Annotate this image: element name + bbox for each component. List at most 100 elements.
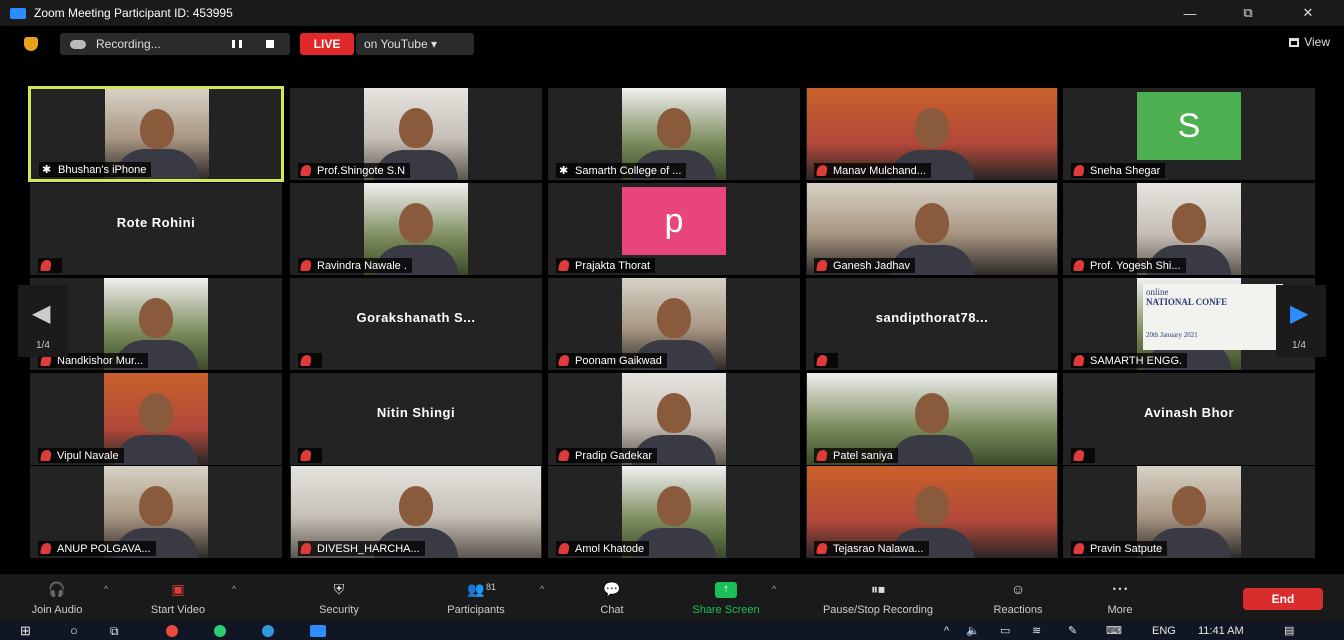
participants-button[interactable]: 👥 81 Participants (428, 574, 524, 622)
participant-tile[interactable]: Patel saniya (806, 373, 1058, 465)
chrome-icon[interactable] (166, 625, 178, 637)
participant-tile[interactable]: Tejasrao Nalawa... (806, 466, 1058, 558)
participant-name: SAMARTH ENGG. (1090, 354, 1183, 367)
participant-name-tag: Ganesh Jadhav (814, 258, 916, 273)
participant-name-tag: DIVESH_HARCHA... (298, 541, 425, 556)
participant-tile[interactable]: Avinash Bhor (1063, 373, 1315, 465)
participant-name-tag: Prof.Shingote S.N (298, 163, 411, 178)
more-button[interactable]: • • • More (1092, 574, 1148, 622)
participant-name-tag (298, 448, 322, 463)
microphone-muted-icon (40, 260, 52, 271)
headphones-icon: 🎧 (48, 581, 66, 597)
recording-label: Recording... (96, 37, 161, 51)
meeting-toolbar: 🎧 Join Audio ^ ▣ Start Video ^ ⛨ Securit… (0, 574, 1344, 622)
system-tray-caret-icon[interactable]: ^ (944, 625, 949, 637)
participant-tile[interactable]: ✱ Bhushan's iPhone (28, 86, 284, 182)
participant-tile[interactable]: S Sneha Shegar (1063, 88, 1315, 180)
participant-name: Sneha Shegar (1090, 164, 1161, 177)
share-screen-button[interactable]: ↑ Share Screen (674, 574, 778, 622)
participant-display-name: Rote Rohini (116, 215, 196, 230)
participant-head (140, 108, 174, 149)
participant-name-tag (1071, 448, 1095, 463)
video-options-caret[interactable]: ^ (232, 584, 236, 594)
join-audio-button[interactable]: 🎧 Join Audio (22, 574, 92, 622)
live-destination-dropdown[interactable]: on YouTube ▾ (356, 33, 474, 55)
participant-avatar: p (622, 187, 726, 255)
participant-tile[interactable]: Gorakshanath S... (290, 278, 542, 370)
volume-icon[interactable]: 🔈 (966, 625, 980, 637)
participant-tile[interactable]: Prof. Yogesh Shi... (1063, 183, 1315, 275)
participant-tile[interactable]: Poonam Gaikwad (548, 278, 800, 370)
share-options-caret[interactable]: ^ (772, 584, 776, 594)
security-shield-icon[interactable] (24, 37, 38, 51)
search-icon[interactable]: ○ (70, 624, 78, 637)
participant-head (915, 108, 949, 149)
participant-tile[interactable]: ANUP POLGAVA... (30, 466, 282, 558)
participant-tile[interactable]: DIVESH_HARCHA... (290, 466, 542, 558)
participant-tile[interactable]: sandipthorat78... (806, 278, 1058, 370)
participant-name: Nandkishor Mur... (57, 354, 144, 367)
participant-name: DIVESH_HARCHA... (317, 542, 420, 555)
task-view-icon[interactable]: ⧉ (110, 625, 119, 637)
participant-name-tag: Pravin Satpute (1071, 541, 1168, 556)
participant-name-tag: Ravindra Nawale . (298, 258, 412, 273)
participant-head (915, 203, 949, 244)
participant-tile[interactable]: ✱ Samarth College of ... (548, 88, 800, 180)
microphone-muted-icon (816, 450, 828, 461)
participant-name: Amol Khatode (575, 542, 645, 555)
participant-head (139, 393, 173, 434)
participant-name-tag: Amol Khatode (556, 541, 650, 556)
pin-icon: ✱ (559, 164, 569, 177)
minimize-button[interactable]: — (1168, 0, 1212, 26)
stop-recording-icon[interactable] (266, 40, 274, 48)
notifications-icon[interactable]: ▤ (1284, 625, 1294, 637)
start-video-button[interactable]: ▣ Start Video (140, 574, 216, 622)
pause-stop-recording-button[interactable]: ⏸⏹ Pause/Stop Recording (798, 574, 958, 622)
keyboard-icon[interactable]: ⌨ (1106, 625, 1122, 637)
view-button[interactable]: View (1289, 35, 1330, 49)
microphone-muted-icon (558, 450, 570, 461)
participant-tile[interactable]: Rote Rohini (30, 183, 282, 275)
pen-icon[interactable]: ✎ (1068, 625, 1077, 637)
participant-head (399, 486, 433, 527)
microphone-muted-icon (816, 355, 828, 366)
pause-recording-icon[interactable] (232, 40, 242, 48)
microphone-muted-icon (40, 543, 52, 554)
chrome-icon-2[interactable] (214, 625, 226, 637)
zoom-taskbar-icon[interactable] (310, 625, 326, 637)
microphone-muted-icon (1073, 543, 1085, 554)
audio-options-caret[interactable]: ^ (104, 584, 108, 594)
participant-name-tag: Poonam Gaikwad (556, 353, 667, 368)
participant-display-name: Nitin Shingi (376, 405, 456, 420)
close-button[interactable]: ✕ (1286, 0, 1330, 26)
participant-name-tag: Tejasrao Nalawa... (814, 541, 929, 556)
page-indicator-left: 1/4 (36, 340, 50, 351)
security-button[interactable]: ⛨ Security (304, 574, 374, 622)
participant-tile[interactable]: Prof.Shingote S.N (290, 88, 542, 180)
participant-tile[interactable]: Pravin Satpute (1063, 466, 1315, 558)
participant-tile[interactable]: Pradip Gadekar (548, 373, 800, 465)
participant-tile[interactable]: Vipul Navale (30, 373, 282, 465)
participant-name: Pradip Gadekar (575, 449, 653, 462)
participant-tile[interactable]: Nitin Shingi (290, 373, 542, 465)
chat-button[interactable]: 💬 Chat (584, 574, 640, 622)
participant-tile[interactable]: Manav Mulchand... (806, 88, 1058, 180)
participant-tile[interactable]: Ravindra Nawale . (290, 183, 542, 275)
participant-tile[interactable]: Ganesh Jadhav (806, 183, 1058, 275)
restore-button[interactable]: ⧉ (1226, 0, 1270, 26)
reactions-button[interactable]: ☺ Reactions (978, 574, 1058, 622)
participants-options-caret[interactable]: ^ (540, 584, 544, 594)
clock[interactable]: 11:41 AM (1198, 625, 1244, 637)
next-page-button[interactable]: ▶ 1/4 (1276, 285, 1326, 357)
windows-start-icon[interactable]: ⊞ (20, 624, 31, 637)
wifi-icon[interactable]: ≋ (1032, 625, 1041, 637)
participant-tile[interactable]: Amol Khatode (548, 466, 800, 558)
participant-tile[interactable]: p Prajakta Thorat (548, 183, 800, 275)
pause-recording-label: Pause/Stop Recording (822, 604, 934, 616)
network-icon[interactable]: ▭ (1000, 625, 1010, 637)
end-meeting-button[interactable]: End (1243, 588, 1323, 610)
microphone-muted-icon (300, 543, 312, 554)
chrome-icon-3[interactable] (262, 625, 274, 637)
previous-page-button[interactable]: ◀ 1/4 (18, 285, 68, 357)
language-indicator[interactable]: ENG (1152, 625, 1176, 637)
